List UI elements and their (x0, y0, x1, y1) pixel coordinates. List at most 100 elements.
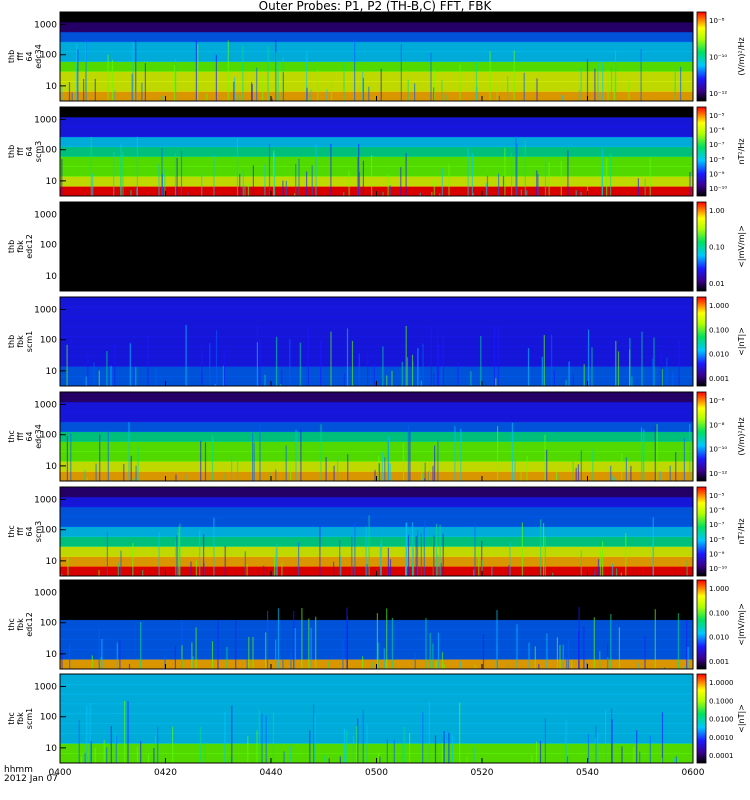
intensity-streak (244, 551, 246, 576)
intensity-streak (615, 340, 617, 386)
intensity-streak (269, 471, 271, 481)
colorbar-tick-label: 10⁻¹⁰ (709, 185, 727, 193)
intensity-streak (111, 59, 113, 101)
intensity-streak (77, 49, 79, 101)
freq-band (60, 506, 693, 518)
intensity-streak (103, 740, 105, 763)
intensity-streak (578, 89, 580, 101)
intensity-streak (497, 326, 500, 386)
intensity-streak (215, 54, 217, 101)
intensity-streak (457, 363, 459, 386)
freq-band (60, 297, 693, 308)
y-axis-label-line: fff (16, 52, 25, 61)
y-axis-label-line: 64 (25, 146, 34, 156)
freq-band (60, 166, 693, 177)
y-axis-label: thbfff64scm3 (7, 141, 43, 162)
intensity-streak (283, 751, 285, 763)
intensity-streak (158, 163, 160, 196)
intensity-streak (231, 455, 233, 481)
intensity-streak (246, 564, 248, 576)
intensity-streak (306, 171, 308, 196)
intensity-streak (437, 632, 440, 669)
intensity-streak (203, 534, 205, 576)
intensity-streak (282, 180, 284, 196)
freq-band (60, 41, 693, 53)
intensity-streak (348, 170, 350, 196)
intensity-streak (611, 474, 613, 481)
intensity-streak (536, 78, 538, 101)
intensity-streak (387, 174, 389, 196)
intensity-streak (639, 751, 641, 763)
intensity-streak (142, 570, 144, 576)
intensity-streak (301, 608, 303, 669)
colorbar-tick-label: 10⁻⁸ (709, 17, 725, 25)
colorbar-tick-label: 10⁻⁹ (709, 170, 725, 178)
intensity-streak (224, 546, 226, 576)
y-tick-label: 100 (40, 241, 57, 251)
intensity-streak (299, 342, 301, 386)
y-tick-label: 10 (46, 744, 58, 754)
intensity-streak (333, 561, 335, 576)
intensity-streak (389, 463, 391, 481)
colorbar-tick-label: 1.0000 (709, 679, 734, 687)
intensity-streak (580, 191, 582, 196)
intensity-streak (386, 739, 388, 763)
intensity-streak (330, 331, 332, 386)
intensity-streak (242, 46, 244, 101)
intensity-streak (486, 175, 489, 196)
intensity-streak (177, 532, 179, 576)
intensity-streak (442, 533, 444, 576)
intensity-streak (354, 39, 356, 101)
intensity-streak (382, 346, 384, 386)
intensity-streak (400, 167, 402, 196)
intensity-streak (275, 336, 278, 386)
intensity-streak (179, 523, 181, 576)
intensity-streak (521, 522, 523, 576)
y-axis-label-line: 64 (25, 431, 34, 441)
intensity-streak (258, 710, 260, 763)
y-axis-label-line: thc (7, 430, 16, 443)
intensity-streak (174, 645, 176, 669)
intensity-streak (339, 756, 341, 763)
intensity-streak (267, 610, 269, 669)
intensity-streak (259, 425, 261, 481)
intensity-streak (526, 190, 528, 196)
intensity-streak (613, 76, 615, 101)
intensity-streak (640, 48, 642, 101)
freq-band (60, 516, 693, 528)
intensity-streak (346, 730, 348, 763)
intensity-streak (656, 424, 658, 481)
spectrogram-panel-4: 1000 100 10 thbfbkscm1 1.000 0.100 0.010 0.001 <… (7, 296, 746, 387)
intensity-streak (246, 659, 248, 669)
intensity-streak (66, 435, 68, 481)
intensity-streak (440, 366, 443, 386)
intensity-streak (599, 651, 601, 669)
intensity-streak (428, 463, 431, 481)
intensity-streak (325, 457, 327, 481)
intensity-streak (641, 331, 643, 386)
intensity-streak (320, 340, 322, 386)
intensity-streak (157, 727, 159, 763)
colorbar-tick-label: 0.100 (709, 326, 729, 334)
freq-band (60, 251, 693, 262)
intensity-streak (649, 158, 651, 196)
intensity-streak (537, 174, 539, 196)
intensity-streak (175, 58, 177, 101)
freq-band (60, 156, 693, 167)
intensity-streak (389, 381, 391, 386)
y-tick-label: 100 (40, 713, 57, 723)
intensity-streak (229, 757, 231, 763)
y-axis-label: thbfbkscm1 (7, 331, 34, 352)
y-tick-label: 1000 (34, 682, 57, 692)
intensity-streak (515, 135, 517, 196)
intensity-streak (460, 661, 462, 669)
y-axis-label-line: thb (7, 335, 16, 348)
freq-band (60, 723, 693, 734)
colorbar-tick-label: 1.000 (709, 585, 729, 593)
y-tick-label: 1000 (34, 400, 57, 410)
intensity-streak (606, 158, 608, 196)
intensity-streak (380, 68, 382, 101)
intensity-streak (467, 148, 469, 196)
intensity-streak (580, 450, 582, 481)
freq-band (60, 649, 693, 660)
